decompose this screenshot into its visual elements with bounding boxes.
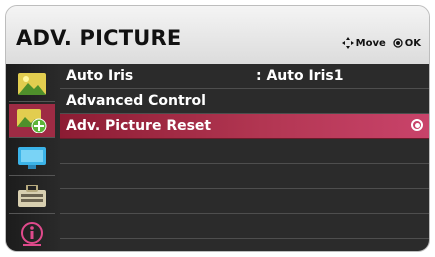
picture-category[interactable] bbox=[9, 66, 55, 102]
category-icon-column bbox=[6, 64, 60, 251]
settings-list: Auto Iris : Auto Iris1 Advanced Control … bbox=[60, 64, 429, 251]
ok-button-icon bbox=[393, 38, 403, 48]
button-hints: Move OK bbox=[341, 37, 421, 49]
empty-row bbox=[60, 139, 429, 164]
toolbox-icon bbox=[18, 184, 46, 207]
menu-title: ADV. PICTURE bbox=[16, 26, 182, 50]
setting-row-auto-iris[interactable]: Auto Iris : Auto Iris1 bbox=[60, 64, 429, 89]
picture-settings-icon bbox=[17, 108, 47, 133]
move-hint-label: Move bbox=[355, 37, 386, 49]
ok-hint-label: OK bbox=[404, 37, 421, 49]
empty-row bbox=[60, 164, 429, 189]
setting-label: Auto Iris bbox=[66, 68, 134, 84]
picture-icon bbox=[18, 72, 46, 95]
dpad-arrows-icon bbox=[341, 37, 354, 49]
setting-label: Advanced Control bbox=[66, 93, 206, 109]
setting-value: : Auto Iris1 bbox=[256, 68, 344, 84]
osd-menu-window: ADV. PICTURE Move OK Auto Iris: Auto Ir… bbox=[5, 5, 430, 252]
setting-row-advanced-control[interactable]: Advanced Control bbox=[60, 89, 429, 114]
screen-category[interactable] bbox=[9, 140, 55, 176]
move-hint: Move bbox=[341, 37, 386, 49]
screen-icon bbox=[18, 146, 46, 169]
info-icon bbox=[21, 222, 43, 246]
menu-header: ADV. PICTURE Move OK bbox=[6, 6, 429, 64]
menu-body: Auto Iris : Auto Iris1 Advanced Control … bbox=[6, 64, 429, 251]
picture-settings-category[interactable] bbox=[9, 104, 55, 138]
setting-label: Adv. Picture Reset bbox=[66, 118, 212, 134]
setup-category[interactable] bbox=[9, 178, 55, 214]
empty-row bbox=[60, 189, 429, 214]
setting-row-adv-picture-reset[interactable]: Adv. Picture Reset bbox=[60, 114, 429, 139]
selected-radio-icon bbox=[411, 119, 423, 131]
info-category[interactable] bbox=[9, 216, 55, 251]
empty-row bbox=[60, 214, 429, 239]
ok-hint: OK bbox=[393, 38, 421, 49]
